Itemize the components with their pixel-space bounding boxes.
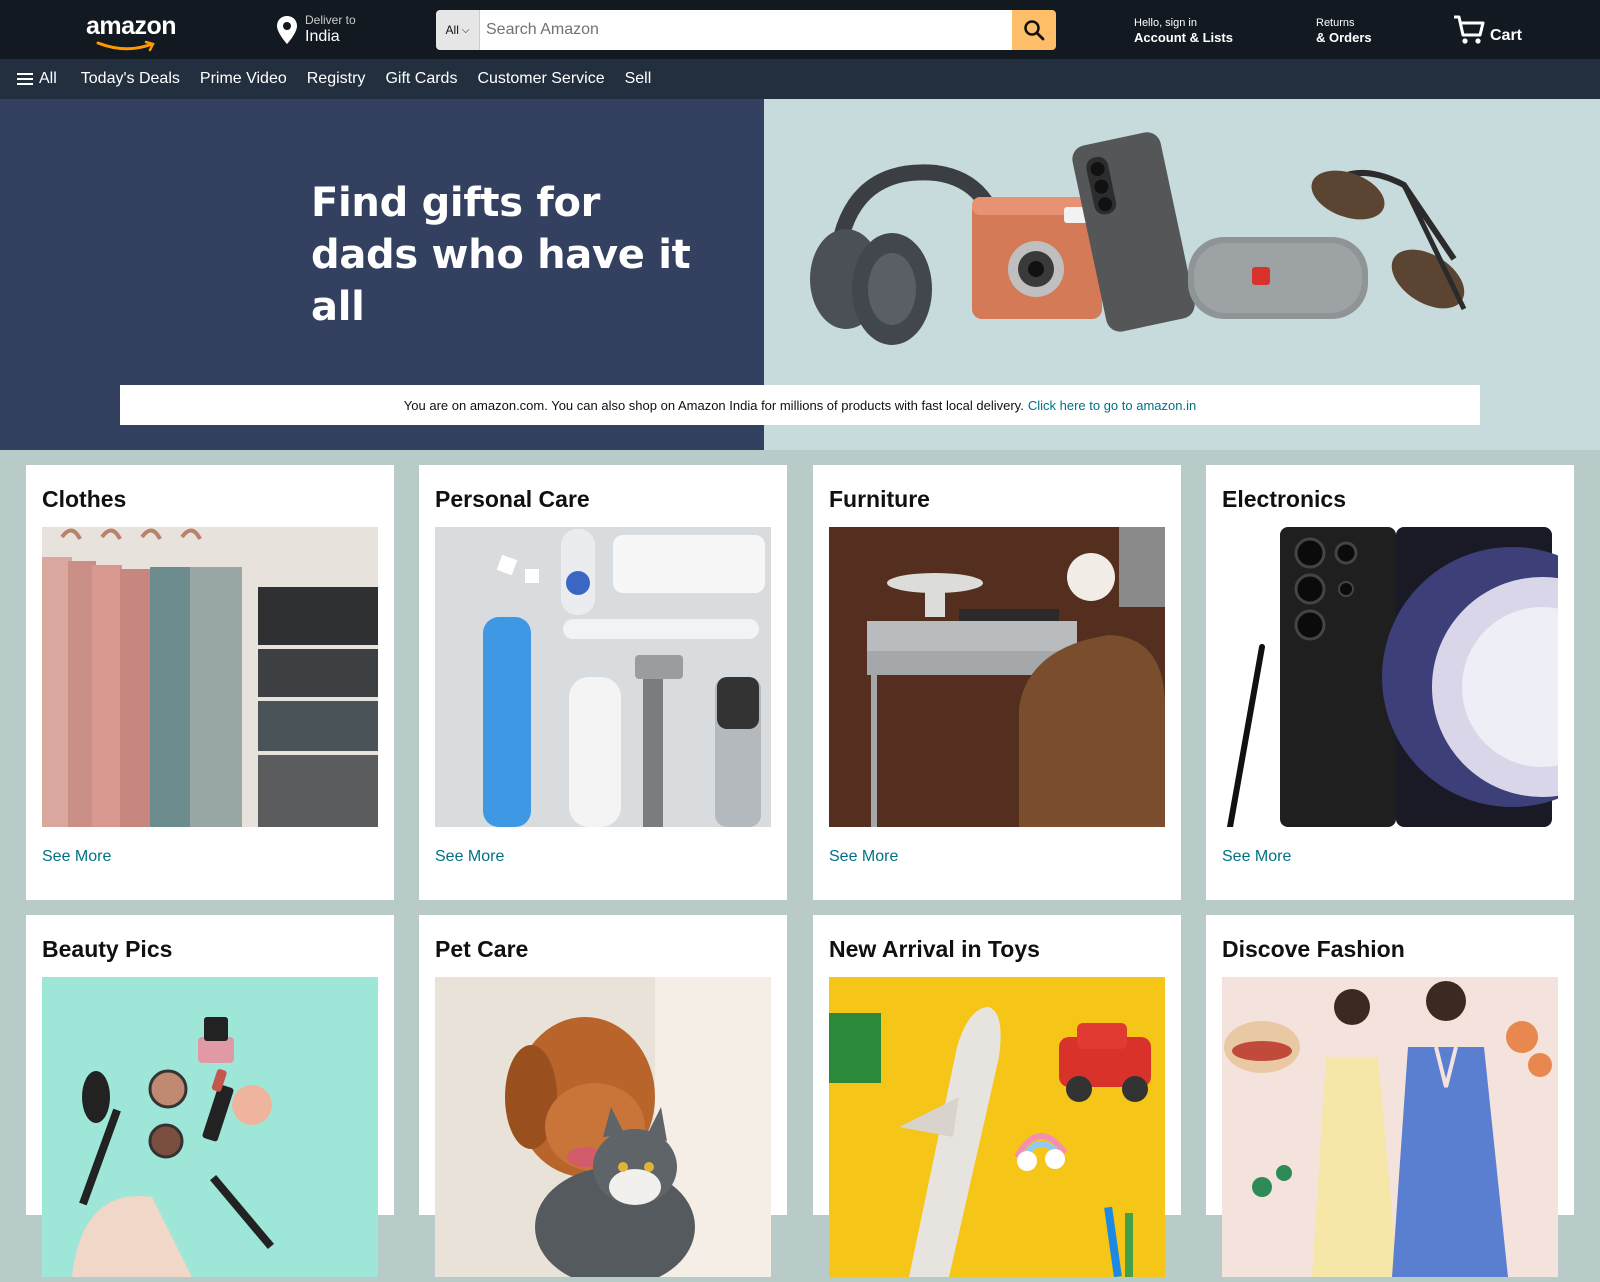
- account-menu[interactable]: Hello, sign in Account & Lists: [1134, 16, 1233, 46]
- hero-title: Find gifts for dads who have it all: [311, 177, 751, 333]
- see-more-link[interactable]: See More: [829, 848, 1165, 866]
- nav-link-gift-cards[interactable]: Gift Cards: [385, 70, 457, 88]
- nav-link-registry[interactable]: Registry: [307, 70, 366, 88]
- hero-title-line1: Find gifts for: [311, 180, 601, 226]
- search-bar: All ⌵: [436, 10, 1056, 50]
- card-title: New Arrival in Toys: [829, 936, 1040, 962]
- deliver-label: Deliver to: [305, 13, 356, 27]
- search-icon: [1024, 20, 1045, 41]
- card-title: Furniture: [829, 486, 930, 512]
- search-input[interactable]: [480, 10, 1012, 50]
- card-title: Personal Care: [435, 486, 590, 512]
- account-lists-label: Account & Lists: [1134, 30, 1233, 45]
- fashion-image: [1222, 977, 1558, 1277]
- card-title: Electronics: [1222, 486, 1346, 512]
- see-more-link[interactable]: See More: [42, 848, 378, 866]
- location-pin-icon: [277, 16, 297, 44]
- category-card-pet-care[interactable]: Pet Care: [419, 915, 787, 1282]
- notice-text: You are on amazon.com. You can also shop…: [403, 397, 1024, 413]
- category-card-electronics[interactable]: Electronics See More: [1206, 465, 1600, 900]
- pet-care-image: [435, 977, 771, 1282]
- cart-button[interactable]: Cart: [1452, 11, 1522, 47]
- cart-icon: [1454, 15, 1485, 44]
- category-card-furniture[interactable]: Furniture See More: [813, 465, 1181, 900]
- nav-link-customer-service[interactable]: Customer Service: [477, 70, 604, 88]
- search-category-label: All: [445, 23, 459, 37]
- region-notice: You are on amazon.com. You can also shop…: [120, 385, 1480, 425]
- camera-image: [972, 197, 1102, 319]
- card-title: Beauty Pics: [42, 936, 173, 962]
- toys-image: [829, 977, 1165, 1278]
- hamburger-icon: [17, 73, 33, 85]
- category-card-beauty-pics[interactable]: Beauty Pics: [26, 915, 394, 1277]
- account-greeting: Hello, sign in: [1134, 17, 1197, 29]
- amazon-in-link[interactable]: Click here to go to amazon.in: [1028, 398, 1196, 413]
- deliver-location: India: [305, 28, 340, 45]
- deliver-to[interactable]: Deliver to India: [276, 12, 356, 48]
- logo-text: amazon: [86, 12, 177, 40]
- beauty-image: [42, 977, 378, 1277]
- returns-label: Returns: [1316, 17, 1355, 29]
- amazon-logo[interactable]: amazon: [86, 12, 186, 52]
- see-more-link[interactable]: See More: [1222, 848, 1558, 866]
- category-card-toys[interactable]: New Arrival in Toys: [813, 915, 1181, 1278]
- category-card-personal-care[interactable]: Personal Care See More: [419, 465, 787, 900]
- search-category-select[interactable]: All ⌵: [436, 10, 480, 50]
- all-label: All: [39, 70, 57, 87]
- card-title: Pet Care: [435, 936, 529, 962]
- cart-label: Cart: [1490, 27, 1523, 44]
- clothes-image: [42, 527, 378, 827]
- orders-label: & Orders: [1316, 30, 1372, 45]
- top-header: amazon Deliver to India All ⌵ Hello,: [0, 0, 1600, 59]
- chevron-down-icon: ⌵: [461, 24, 470, 36]
- furniture-image: [829, 527, 1165, 827]
- returns-orders[interactable]: Returns & Orders: [1316, 16, 1372, 46]
- card-title: Discove Fashion: [1222, 936, 1405, 962]
- logo-smile-icon: [96, 40, 155, 52]
- hero-title-line2: dads who have it all: [311, 232, 691, 330]
- nav-link-todays-deals[interactable]: Today's Deals: [81, 70, 180, 88]
- nav-link-sell[interactable]: Sell: [625, 70, 652, 88]
- card-title: Clothes: [42, 486, 127, 512]
- category-card-clothes[interactable]: Clothes See More: [26, 465, 394, 900]
- electronics-image: [1222, 527, 1600, 830]
- see-more-link[interactable]: See More: [435, 848, 771, 866]
- category-card-fashion[interactable]: Discove Fashion: [1206, 915, 1574, 1277]
- all-menu-button[interactable]: All: [17, 70, 57, 88]
- personal-care-image: [435, 527, 771, 827]
- hero-banner[interactable]: Find gifts for dads who have it all You …: [0, 99, 1600, 450]
- speaker-image: [1188, 237, 1368, 319]
- nav-bar: All Today's Deals Prime Video Registry G…: [0, 59, 1600, 99]
- nav-link-prime-video[interactable]: Prime Video: [200, 70, 287, 88]
- search-button[interactable]: [1012, 10, 1056, 50]
